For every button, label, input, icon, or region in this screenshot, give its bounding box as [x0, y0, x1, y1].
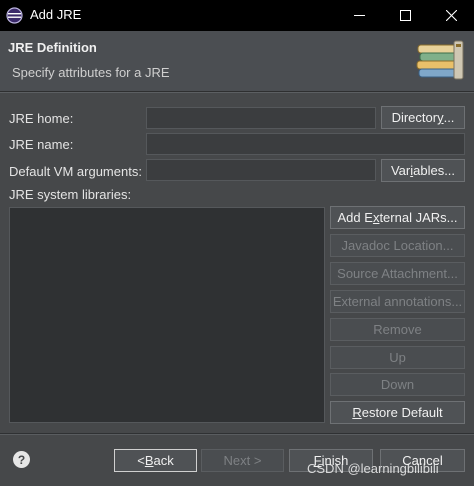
vm-arguments-field[interactable]	[146, 159, 376, 181]
books-icon	[416, 40, 464, 80]
variables-button[interactable]: Var i ables...	[381, 159, 465, 182]
window-title: Add JRE	[30, 7, 82, 22]
directory-button[interactable]: Director y...	[381, 106, 465, 129]
minimize-icon	[353, 15, 365, 16]
page-title: JRE Definition	[8, 40, 97, 55]
close-button[interactable]	[428, 0, 474, 31]
header-separator	[0, 92, 474, 93]
maximize-button[interactable]	[382, 0, 428, 31]
footer-separator-highlight	[0, 434, 474, 435]
external-annotations-button[interactable]: External annotations...	[330, 290, 465, 313]
system-libraries-list[interactable]	[9, 207, 325, 423]
jre-home-field[interactable]	[146, 107, 376, 129]
jre-home-label: JRE home:	[9, 111, 74, 126]
jre-name-label: JRE name:	[9, 137, 74, 152]
eclipse-app-icon	[6, 7, 23, 24]
jre-name-field[interactable]	[146, 133, 465, 155]
add-external-jars-button[interactable]: Add Ex ternal JARs...	[330, 206, 465, 229]
system-libraries-label: JRE system libraries:	[9, 187, 132, 202]
maximize-icon	[399, 10, 411, 21]
close-icon	[445, 10, 457, 21]
remove-button[interactable]: Remove	[330, 318, 465, 341]
page-description: Specify attributes for a JRE	[12, 65, 170, 80]
watermark: CSDN @learningbilibili	[307, 461, 439, 476]
vm-arguments-label: Default VM arguments:	[9, 164, 142, 179]
wizard-header: JRE Definition Specify attributes for a …	[0, 31, 474, 92]
back-button[interactable]: < Back	[114, 449, 197, 472]
down-button[interactable]: Down	[330, 373, 465, 396]
restore-default-button[interactable]: Restore Default	[330, 401, 465, 424]
up-button[interactable]: Up	[330, 346, 465, 369]
javadoc-location-button[interactable]: Javadoc Location...	[330, 234, 465, 257]
next-button[interactable]: Next >	[201, 449, 284, 472]
minimize-button[interactable]	[336, 0, 382, 31]
title-bar: Add JRE	[0, 0, 474, 31]
help-icon[interactable]: ?	[13, 451, 30, 468]
source-attachment-button[interactable]: Source Attachment...	[330, 262, 465, 285]
